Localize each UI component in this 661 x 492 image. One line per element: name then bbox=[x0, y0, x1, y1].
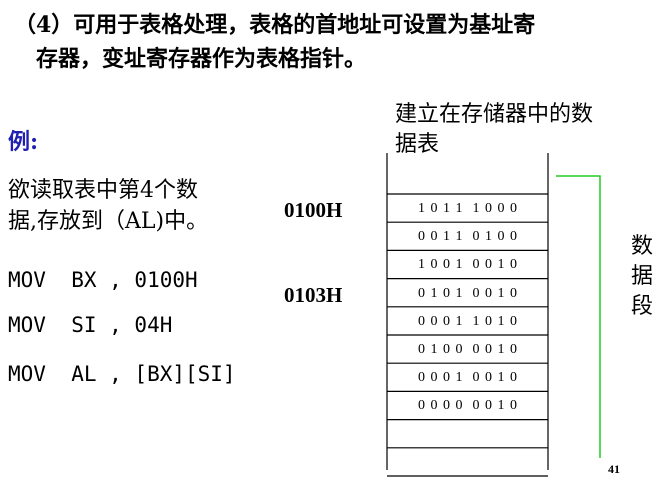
memory-cell: 0 1 0 0 0 0 1 0 bbox=[418, 342, 518, 357]
memory-cell: 0 0 1 1 0 1 0 0 bbox=[418, 229, 518, 245]
segment-label: 数据段 bbox=[631, 234, 654, 319]
memory-cell: 1 0 1 1 1 0 0 0 bbox=[418, 201, 518, 216]
memory-cell: 0 0 0 1 1 0 1 0 bbox=[418, 313, 518, 329]
page-number: 41 bbox=[608, 462, 620, 476]
memory-cell: 0 0 0 1 0 0 1 0 bbox=[418, 370, 518, 386]
memory-cell: 0 0 0 0 0 0 1 0 bbox=[418, 398, 518, 414]
memory-cell: 1 0 0 1 0 0 1 0 bbox=[418, 257, 518, 273]
memory-table-diagram bbox=[386, 153, 601, 477]
memory-cell: 0 1 0 1 0 0 1 0 bbox=[418, 285, 518, 301]
segment-bracket bbox=[556, 175, 601, 458]
